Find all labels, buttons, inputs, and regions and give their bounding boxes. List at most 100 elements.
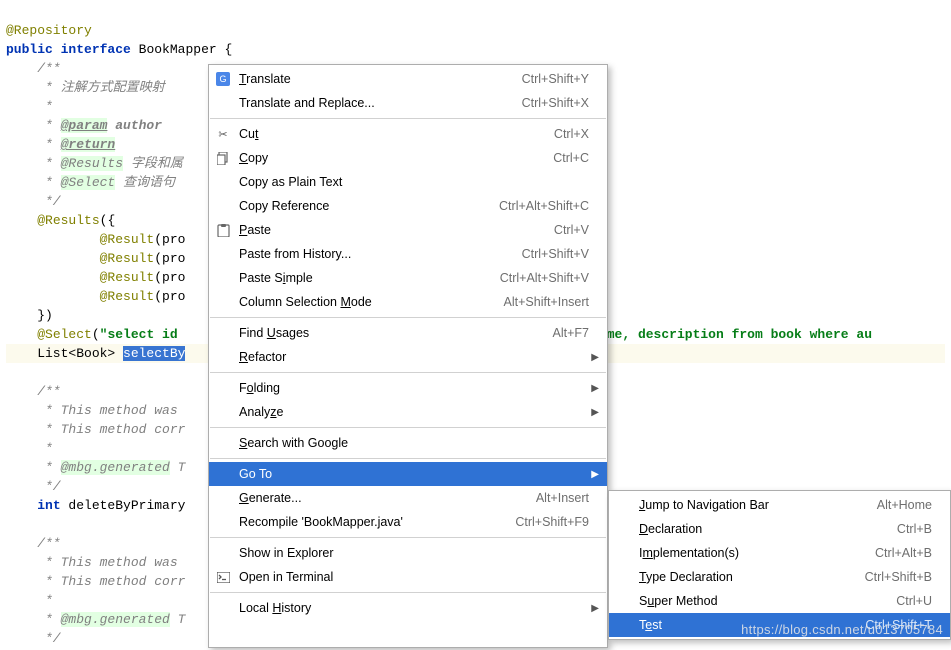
menu-label: Find Usages <box>239 326 545 340</box>
javadoc-end: */ <box>6 631 61 646</box>
annotation-result: @Result <box>100 251 155 266</box>
menu-item-copy-plain[interactable]: Copy as Plain Text <box>209 170 607 194</box>
watermark-text: https://blog.csdn.net/u013705784 <box>741 622 943 637</box>
menu-label: Search with Google <box>239 436 589 450</box>
menu-label: Jump to Navigation Bar <box>639 498 869 512</box>
menu-separator <box>210 372 606 373</box>
submenu-item-type-declaration[interactable]: Type Declaration Ctrl+Shift+B <box>609 565 950 589</box>
menu-shortcut: Ctrl+B <box>897 522 932 536</box>
menu-item-refactor[interactable]: Refactor ▶ <box>209 345 607 369</box>
annotation-result: @Result <box>100 232 155 247</box>
submenu-arrow-icon: ▶ <box>591 407 599 418</box>
menu-separator <box>210 317 606 318</box>
menu-item-recompile[interactable]: Recompile 'BookMapper.java' Ctrl+Shift+F… <box>209 510 607 534</box>
annotation-repository: @Repository <box>6 23 92 38</box>
javadoc-line: * This method corr <box>6 574 185 589</box>
menu-item-goto[interactable]: Go To ▶ <box>209 462 607 486</box>
keyword-interface: interface <box>61 42 131 57</box>
menu-item-paste-history[interactable]: Paste from History... Ctrl+Shift+V <box>209 242 607 266</box>
code-text: (pro <box>154 289 185 304</box>
menu-item-cut[interactable]: ✂ Cut Ctrl+X <box>209 122 607 146</box>
menu-shortcut: Ctrl+Shift+F9 <box>515 515 589 529</box>
javadoc-end: */ <box>6 479 61 494</box>
menu-shortcut: Ctrl+Alt+Shift+V <box>500 271 589 285</box>
javadoc-text: T <box>170 460 186 475</box>
menu-label: Analyze <box>239 405 589 419</box>
editor-context-menu: G TTranslateranslate Ctrl+Shift+Y Transl… <box>208 64 608 648</box>
menu-separator <box>210 427 606 428</box>
menu-label: Recompile 'BookMapper.java' <box>239 515 507 529</box>
menu-item-generate[interactable]: Generate... Alt+Insert <box>209 486 607 510</box>
sql-string-part1: "select id <box>100 327 186 342</box>
keyword-public: public <box>6 42 53 57</box>
javadoc-start: /** <box>6 384 61 399</box>
menu-item-copy-reference[interactable]: Copy Reference Ctrl+Alt+Shift+C <box>209 194 607 218</box>
code-text: ({ <box>100 213 116 228</box>
code-indent <box>6 213 37 228</box>
paste-icon <box>215 222 231 238</box>
submenu-arrow-icon: ▶ <box>591 603 599 614</box>
annotation-result: @Result <box>100 289 155 304</box>
menu-label: Copy Reference <box>239 199 491 213</box>
goto-submenu: Jump to Navigation Bar Alt+Home Declarat… <box>608 490 951 640</box>
menu-shortcut: Ctrl+X <box>554 127 589 141</box>
annotation-results: @Results <box>37 213 99 228</box>
menu-shortcut: Ctrl+Alt+B <box>875 546 932 560</box>
javadoc-text: T <box>170 612 186 627</box>
keyword-int: int <box>37 498 60 513</box>
menu-shortcut: Ctrl+Shift+Y <box>522 72 589 86</box>
menu-item-column-selection[interactable]: Column Selection Mode Alt+Shift+Insert <box>209 290 607 314</box>
menu-item-paste[interactable]: Paste Ctrl+V <box>209 218 607 242</box>
javadoc-line: * <box>6 175 61 190</box>
submenu-arrow-icon: ▶ <box>591 383 599 394</box>
code-text: ( <box>92 327 100 342</box>
code-indent <box>6 289 100 304</box>
annotation-result: @Result <box>100 270 155 285</box>
menu-separator <box>210 458 606 459</box>
brace-open: { <box>224 42 232 57</box>
submenu-item-super-method[interactable]: Super Method Ctrl+U <box>609 589 950 613</box>
menu-separator <box>210 537 606 538</box>
menu-label: Cut <box>239 127 546 141</box>
javadoc-line: * <box>6 460 61 475</box>
menu-item-translate[interactable]: G TTranslateranslate Ctrl+Shift+Y <box>209 67 607 91</box>
javadoc-line: * <box>6 118 61 133</box>
menu-item-find-usages[interactable]: Find Usages Alt+F7 <box>209 321 607 345</box>
method-name: deleteByPrimary <box>61 498 186 513</box>
javadoc-text: 字段和属 <box>123 156 183 171</box>
code-text: (pro <box>154 251 185 266</box>
submenu-item-implementations[interactable]: Implementation(s) Ctrl+Alt+B <box>609 541 950 565</box>
javadoc-start: /** <box>6 61 61 76</box>
menu-separator <box>210 592 606 593</box>
menu-item-show-explorer[interactable]: Show in Explorer <box>209 541 607 565</box>
menu-item-folding[interactable]: Folding ▶ <box>209 376 607 400</box>
menu-item-open-terminal[interactable]: Open in Terminal <box>209 565 607 589</box>
menu-label: Refactor <box>239 350 589 364</box>
menu-shortcut: Ctrl+Shift+X <box>522 96 589 110</box>
submenu-arrow-icon: ▶ <box>591 469 599 480</box>
javadoc-line: * This method was <box>6 403 185 418</box>
doc-tag-param: @param <box>61 118 108 133</box>
menu-label: Open in Terminal <box>239 570 589 584</box>
menu-item-copy[interactable]: Copy Ctrl+C <box>209 146 607 170</box>
submenu-item-nav-bar[interactable]: Jump to Navigation Bar Alt+Home <box>609 493 950 517</box>
menu-label: Copy <box>239 151 545 165</box>
code-text: (pro <box>154 232 185 247</box>
menu-item-search-google[interactable]: Search with Google <box>209 431 607 455</box>
javadoc-end: */ <box>6 194 61 209</box>
code-indent <box>6 251 100 266</box>
doc-tag-return: @return <box>61 137 116 152</box>
menu-item-analyze[interactable]: Analyze ▶ <box>209 400 607 424</box>
submenu-item-declaration[interactable]: Declaration Ctrl+B <box>609 517 950 541</box>
menu-label: Implementation(s) <box>639 546 867 560</box>
menu-label: Column Selection Mode <box>239 295 496 309</box>
menu-label: Show in Explorer <box>239 546 589 560</box>
menu-shortcut: Ctrl+Alt+Shift+C <box>499 199 589 213</box>
menu-shortcut: Alt+Insert <box>536 491 589 505</box>
cut-icon: ✂ <box>215 126 231 142</box>
menu-label: Type Declaration <box>639 570 857 584</box>
menu-item-translate-replace[interactable]: Translate and Replace... Ctrl+Shift+X <box>209 91 607 115</box>
menu-item-local-history[interactable]: Local History ▶ <box>209 596 607 620</box>
menu-item-paste-simple[interactable]: Paste Simple Ctrl+Alt+Shift+V <box>209 266 607 290</box>
menu-label: Paste Simple <box>239 271 492 285</box>
